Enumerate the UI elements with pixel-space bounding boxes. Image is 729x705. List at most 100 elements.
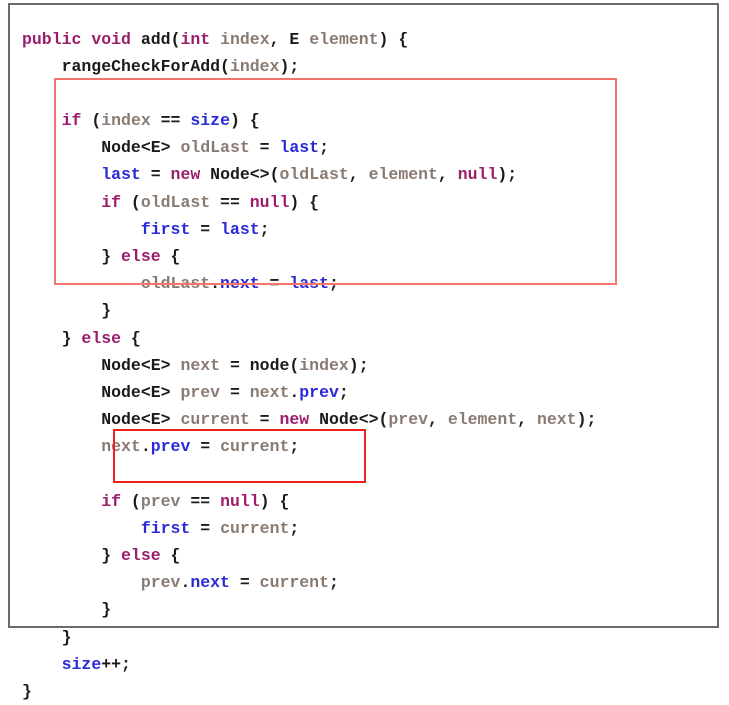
code-token-field: last [289,274,329,293]
code-token-kw: int [180,30,210,49]
code-token-plain [22,220,141,239]
code-token-plain [22,193,101,212]
code-token-local: element [309,30,378,49]
code-token-plain: ; [319,138,329,157]
code-token-plain [22,165,101,184]
code-line: if (prev == null) { [22,488,717,515]
code-line: } [22,596,717,623]
code-token-kw: new [171,165,201,184]
code-token-kw: else [81,329,121,348]
code-token-field: first [141,519,191,538]
code-token-field: first [141,220,191,239]
code-token-local: next [101,437,141,456]
code-token-field: next [220,274,260,293]
code-line: } else { [22,542,717,569]
code-token-field: size [62,655,102,674]
code-token-plain: { [121,329,141,348]
code-token-plain: ) { [289,193,319,212]
code-token-plain: ); [349,356,369,375]
code-token-plain: Node<E> [22,356,180,375]
code-token-plain: , [428,410,448,429]
code-token-plain [22,573,141,592]
code-line: next.prev = current; [22,433,717,460]
code-token-local: next [180,356,220,375]
code-token-field: last [101,165,141,184]
code-token-plain: ( [121,492,141,511]
code-token-plain: = [250,410,280,429]
code-token-plain: Node<E> [22,410,180,429]
code-token-plain: { [161,247,181,266]
code-token-local: index [299,356,349,375]
code-token-plain: == [151,111,191,130]
code-line: rangeCheckForAdd(index); [22,53,717,80]
code-token-plain: = [190,519,220,538]
code-line: } else { [22,243,717,270]
code-token-local: index [230,57,280,76]
code-token-plain: = [250,138,280,157]
code-token-plain: ) { [260,492,290,511]
code-token-plain: = [220,356,250,375]
code-token-plain: , [270,30,290,49]
code-token-plain [299,30,309,49]
code-token-kw: if [101,492,121,511]
code-token-local: index [220,30,270,49]
code-token-plain: } [22,329,81,348]
code-token-plain: = [220,383,250,402]
code-token-plain: } [22,600,111,619]
code-token-local: next [250,383,290,402]
code-token-plain: . [180,573,190,592]
code-token-plain: ; [260,220,270,239]
code-token-kw: null [220,492,260,511]
code-token-local: current [260,573,329,592]
code-figure: public void add(int index, E element) { … [8,3,719,628]
code-token-plain: ; [339,383,349,402]
code-token-plain: = [230,573,260,592]
code-token-kw: new [279,410,309,429]
code-line: first = current; [22,515,717,542]
code-token-local: oldLast [180,138,249,157]
code-token-kw: null [250,193,290,212]
code-token-plain: = [190,437,220,456]
code-token-plain: ) { [379,30,409,49]
code-line: if (oldLast == null) { [22,189,717,216]
code-token-plain: ++; [101,655,131,674]
code-token-plain [22,655,62,674]
code-token-plain [22,437,101,456]
code-line: first = last; [22,216,717,243]
code-token-plain: . [141,437,151,456]
code-token-plain: ( [171,30,181,49]
code-token-plain: Node<>( [309,410,388,429]
code-token-local: oldLast [141,274,210,293]
code-token-plain: == [210,193,250,212]
code-line: Node<E> prev = next.prev; [22,379,717,406]
code-line: Node<E> current = new Node<>(prev, eleme… [22,406,717,433]
code-token-kw: null [458,165,498,184]
code-token-local: prev [141,492,181,511]
code-listing[interactable]: public void add(int index, E element) { … [22,26,717,705]
code-token-kw: void [91,30,131,49]
code-token-field: last [220,220,260,239]
code-token-local: prev [180,383,220,402]
code-line: prev.next = current; [22,569,717,596]
code-token-field: next [190,573,230,592]
code-line [22,80,717,107]
code-line: } [22,297,717,324]
code-token-plain: ; [289,437,299,456]
code-line [22,461,717,488]
code-token-local: prev [141,573,181,592]
code-token-plain: ; [289,519,299,538]
code-token-plain: Node<E> [22,383,180,402]
code-token-plain: ; [329,573,339,592]
code-token-plain [81,30,91,49]
code-token-plain: ); [279,57,299,76]
code-token-plain: ( [121,193,141,212]
code-token-plain: ); [577,410,597,429]
code-token-plain: ) { [230,111,260,130]
code-token-local: oldLast [279,165,348,184]
code-token-plain: add [141,30,171,49]
code-token-local: element [369,165,438,184]
code-token-local: current [220,437,289,456]
code-token-plain: rangeCheckForAdd [22,57,220,76]
code-token-local: prev [388,410,428,429]
code-line: } [22,678,717,705]
